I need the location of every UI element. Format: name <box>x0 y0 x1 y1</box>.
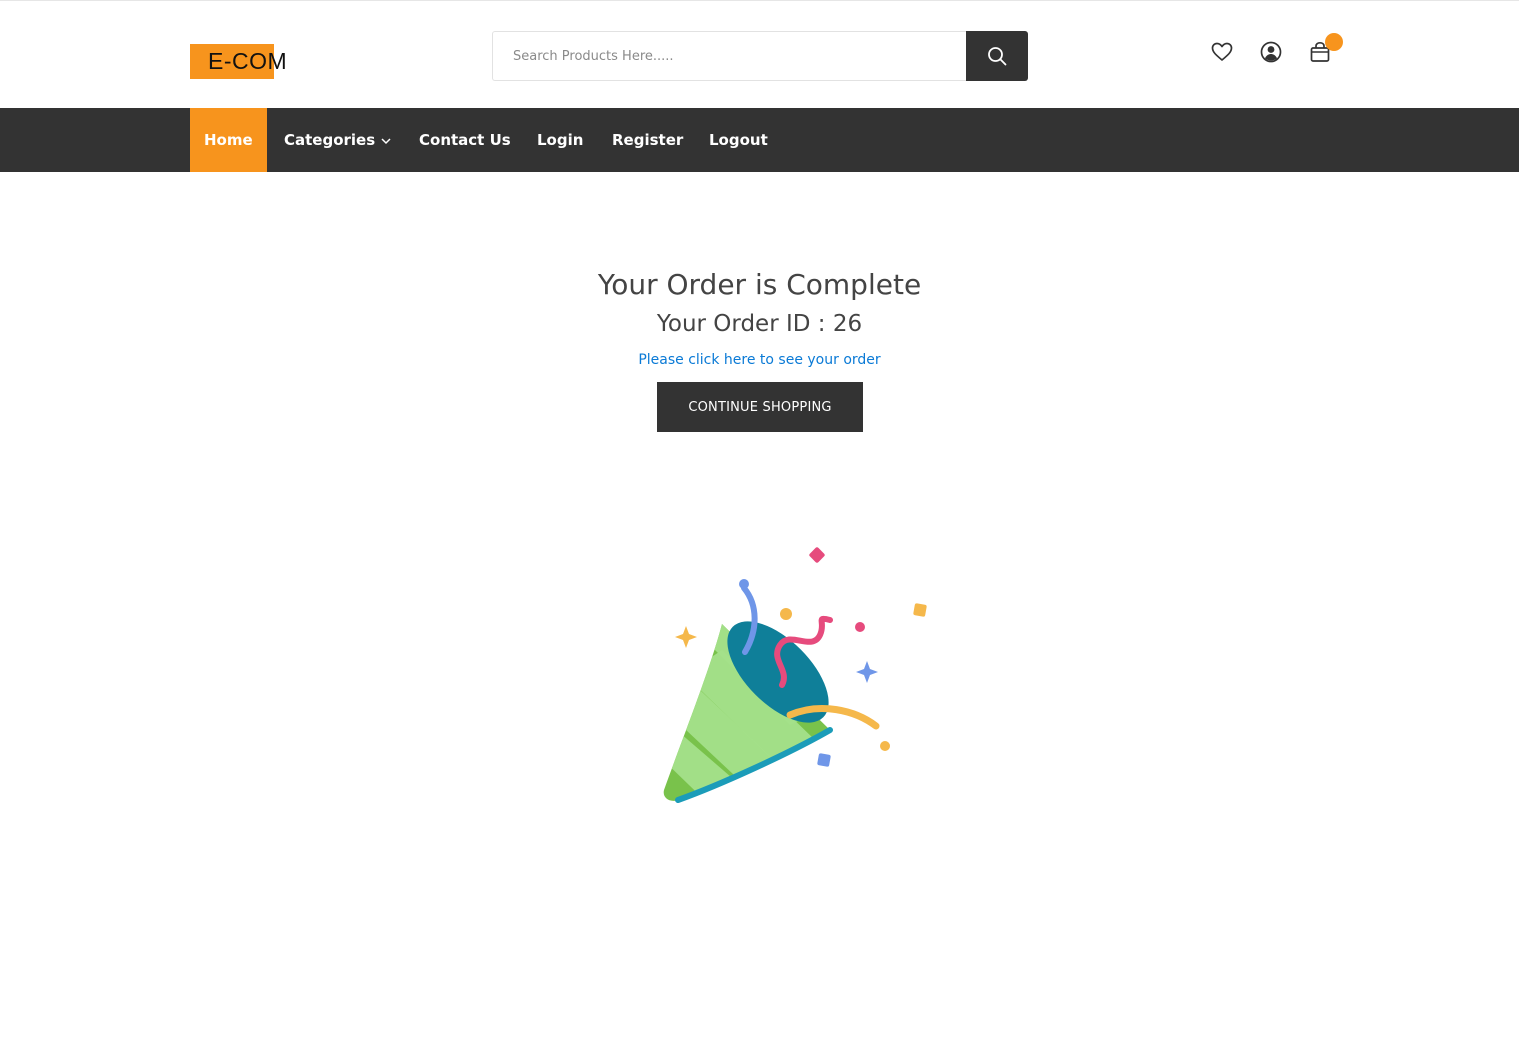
nav-home-label: Home <box>204 131 253 149</box>
user-circle-icon <box>1260 41 1282 63</box>
search-icon <box>988 47 1007 66</box>
wishlist-button[interactable] <box>1207 37 1237 67</box>
continue-shopping-button[interactable]: CONTINUE SHOPPING <box>657 382 863 432</box>
main-navbar: Home Categories Contact Us Login Registe… <box>0 108 1519 172</box>
nav-categories[interactable]: Categories <box>284 108 392 172</box>
nav-register[interactable]: Register <box>612 108 683 172</box>
chevron-down-icon <box>381 138 391 145</box>
cart-count-badge <box>1325 33 1343 51</box>
nav-contact-us-label: Contact Us <box>419 131 511 149</box>
nav-contact-us[interactable]: Contact Us <box>419 108 511 172</box>
nav-login-label: Login <box>537 131 584 149</box>
nav-register-label: Register <box>612 131 684 149</box>
logo[interactable]: E-COM <box>190 44 300 79</box>
page-title: Your Order is Complete <box>597 268 922 301</box>
search-bar <box>492 31 1028 81</box>
nav-logout[interactable]: Logout <box>709 108 768 172</box>
search-input[interactable] <box>492 31 967 81</box>
nav-home[interactable]: Home <box>190 108 267 172</box>
account-button[interactable] <box>1256 37 1286 67</box>
party-popper-icon <box>663 547 927 803</box>
view-order-link[interactable]: Please click here to see your order <box>0 352 1519 368</box>
logo-text: E-COM <box>208 48 288 74</box>
nav-categories-label: Categories <box>284 131 376 149</box>
nav-logout-label: Logout <box>709 131 768 149</box>
site-header: E-COM <box>0 1 1519 108</box>
search-button[interactable] <box>966 31 1028 81</box>
heart-icon <box>1211 42 1233 61</box>
order-id-heading: Your Order ID : 26 <box>656 311 863 337</box>
nav-login[interactable]: Login <box>537 108 583 172</box>
